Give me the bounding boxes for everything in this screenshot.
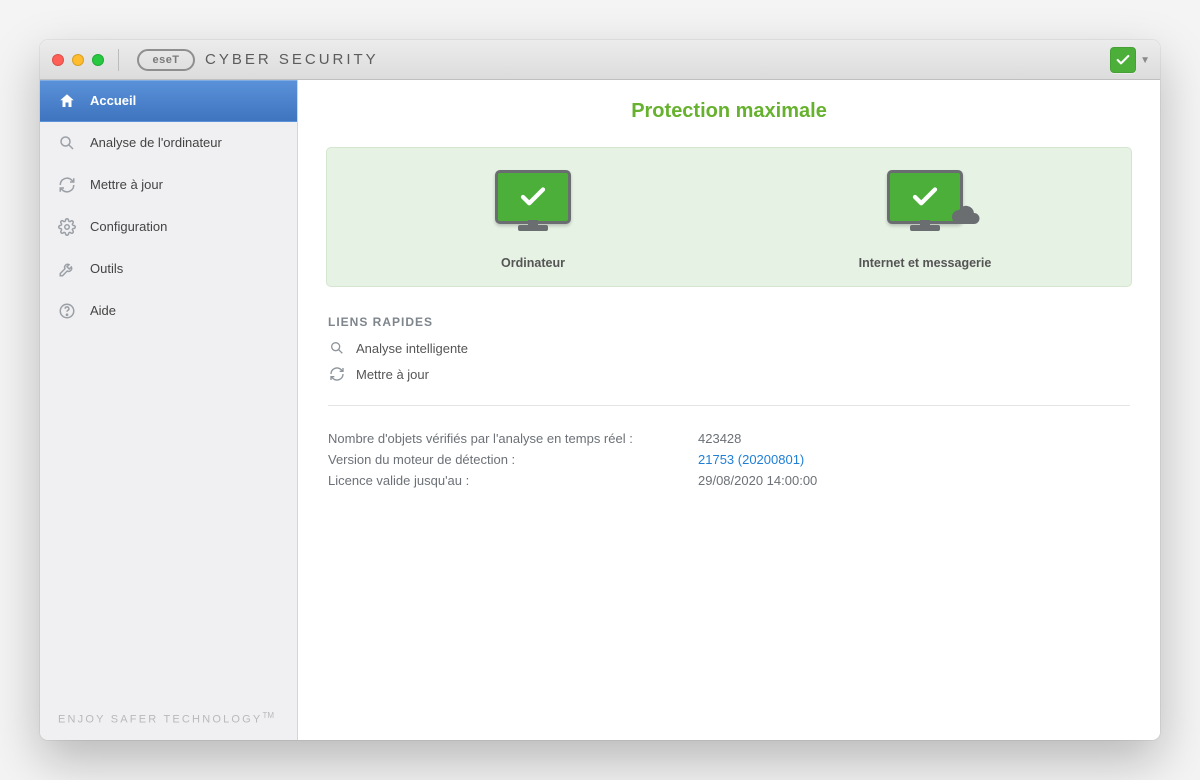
brand: eseT CYBER SECURITY bbox=[137, 49, 379, 71]
info-table: Nombre d'objets vérifiés par l'analyse e… bbox=[328, 428, 1130, 491]
eset-logo: eseT bbox=[137, 49, 195, 71]
search-icon bbox=[328, 339, 346, 357]
protection-cards: Ordinateur Internet et messagerie bbox=[326, 147, 1132, 287]
quicklink-smart-scan[interactable]: Analyse intelligente bbox=[328, 339, 1130, 357]
info-row-objects: Nombre d'objets vérifiés par l'analyse e… bbox=[328, 428, 1130, 449]
info-value-link[interactable]: 21753 (20200801) bbox=[698, 452, 804, 467]
info-row-engine: Version du moteur de détection : 21753 (… bbox=[328, 449, 1130, 470]
sidebar-item-label: Mettre à jour bbox=[90, 177, 163, 192]
sidebar-item-update[interactable]: Mettre à jour bbox=[40, 164, 297, 206]
app-window: eseT CYBER SECURITY ▼ Accueil bbox=[40, 40, 1160, 740]
zoom-window-button[interactable] bbox=[92, 54, 104, 66]
info-label: Nombre d'objets vérifiés par l'analyse e… bbox=[328, 431, 698, 446]
quicklink-update[interactable]: Mettre à jour bbox=[328, 365, 1130, 383]
card-label: Internet et messagerie bbox=[859, 256, 992, 270]
sidebar-item-tools[interactable]: Outils bbox=[40, 248, 297, 290]
refresh-icon bbox=[328, 365, 346, 383]
sidebar-item-help[interactable]: Aide bbox=[40, 290, 297, 332]
sidebar-item-label: Configuration bbox=[90, 219, 167, 234]
app-title: CYBER SECURITY bbox=[205, 51, 379, 68]
close-window-button[interactable] bbox=[52, 54, 64, 66]
protection-status-dropdown[interactable]: ▼ bbox=[1110, 47, 1150, 73]
minimize-window-button[interactable] bbox=[72, 54, 84, 66]
quicklink-label: Analyse intelligente bbox=[356, 341, 468, 356]
sidebar-nav: Accueil Analyse de l'ordinateur Mettre à… bbox=[40, 80, 297, 332]
trademark: TM bbox=[262, 711, 274, 720]
chevron-down-icon: ▼ bbox=[1140, 55, 1150, 66]
info-row-license: Licence valide jusqu'au : 29/08/2020 14:… bbox=[328, 470, 1130, 491]
monitor-icon bbox=[495, 170, 571, 224]
sidebar-item-label: Analyse de l'ordinateur bbox=[90, 135, 222, 150]
sidebar-item-label: Accueil bbox=[90, 93, 136, 108]
protection-headline: Protection maximale bbox=[298, 80, 1160, 147]
window-body: Accueil Analyse de l'ordinateur Mettre à… bbox=[40, 80, 1160, 740]
home-icon bbox=[56, 90, 78, 112]
card-label: Ordinateur bbox=[501, 256, 565, 270]
quicklink-label: Mettre à jour bbox=[356, 367, 429, 382]
quicklinks: Analyse intelligente Mettre à jour bbox=[328, 339, 1130, 383]
card-computer[interactable]: Ordinateur bbox=[337, 170, 729, 270]
info-label: Version du moteur de détection : bbox=[328, 452, 698, 467]
window-controls bbox=[52, 54, 104, 66]
sidebar-item-scan[interactable]: Analyse de l'ordinateur bbox=[40, 122, 297, 164]
check-icon bbox=[1110, 47, 1136, 73]
titlebar: eseT CYBER SECURITY ▼ bbox=[40, 40, 1160, 80]
tools-icon bbox=[56, 258, 78, 280]
divider bbox=[328, 405, 1130, 406]
main-panel: Protection maximale Ordinateur bbox=[298, 80, 1160, 740]
cloud-icon bbox=[949, 204, 983, 228]
info-label: Licence valide jusqu'au : bbox=[328, 473, 698, 488]
refresh-icon bbox=[56, 174, 78, 196]
info-value: 423428 bbox=[698, 431, 741, 446]
search-icon bbox=[56, 132, 78, 154]
quicklinks-title: LIENS RAPIDES bbox=[328, 315, 1130, 329]
card-internet-mail[interactable]: Internet et messagerie bbox=[729, 170, 1121, 270]
sidebar-item-home[interactable]: Accueil bbox=[40, 80, 297, 122]
sidebar-item-label: Outils bbox=[90, 261, 123, 276]
sidebar-item-label: Aide bbox=[90, 303, 116, 318]
sidebar: Accueil Analyse de l'ordinateur Mettre à… bbox=[40, 80, 298, 740]
titlebar-divider bbox=[118, 49, 119, 71]
sidebar-item-configuration[interactable]: Configuration bbox=[40, 206, 297, 248]
info-value: 29/08/2020 14:00:00 bbox=[698, 473, 817, 488]
sidebar-footer: ENJOY SAFER TECHNOLOGYTM bbox=[40, 697, 297, 740]
gear-icon bbox=[56, 216, 78, 238]
help-icon bbox=[56, 300, 78, 322]
sidebar-tagline: ENJOY SAFER TECHNOLOGY bbox=[58, 714, 262, 726]
